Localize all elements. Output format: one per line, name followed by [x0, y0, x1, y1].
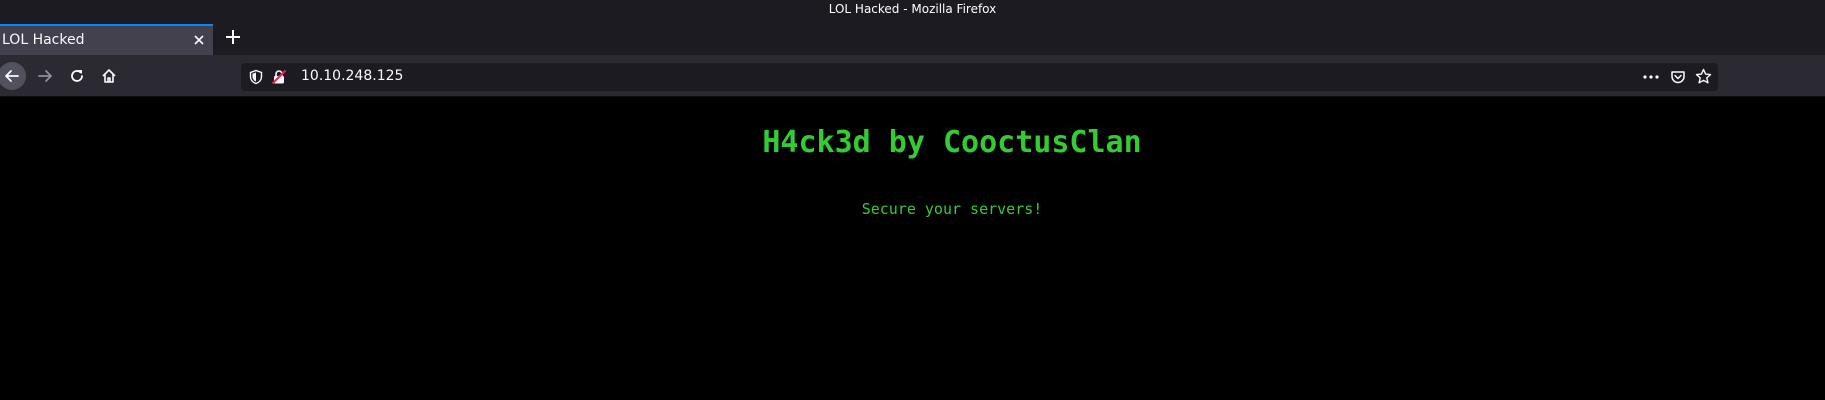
forward-button[interactable] — [31, 62, 59, 90]
page-heading: H4ck3d by CooctusClan — [762, 125, 1142, 160]
tab-active[interactable]: LOL Hacked — [0, 24, 213, 55]
home-icon — [102, 69, 116, 83]
star-icon[interactable] — [1695, 68, 1712, 85]
arrow-left-icon — [5, 70, 19, 82]
pocket-icon[interactable] — [1670, 69, 1686, 85]
tab-title: LOL Hacked — [2, 32, 85, 48]
window-title: LOL Hacked - Mozilla Firefox — [828, 2, 997, 16]
navigation-toolbar: 10.10.248.125 — [0, 55, 1825, 97]
new-tab-button[interactable] — [222, 26, 244, 48]
url-bar[interactable]: 10.10.248.125 — [241, 63, 1718, 91]
tab-strip: LOL Hacked — [0, 18, 1825, 55]
arrow-right-icon — [38, 70, 52, 82]
page-message: Secure your servers! — [861, 200, 1043, 218]
shield-icon[interactable] — [248, 69, 264, 85]
url-text[interactable]: 10.10.248.125 — [301, 68, 403, 84]
back-button[interactable] — [0, 62, 26, 90]
insecure-lock-icon[interactable] — [271, 69, 287, 85]
more-horizontal-icon[interactable] — [1642, 69, 1660, 85]
window-titlebar: LOL Hacked - Mozilla Firefox — [0, 0, 1825, 18]
reload-icon — [71, 70, 83, 82]
page-content: H4ck3d by CooctusClan Secure your server… — [0, 97, 1825, 400]
home-button[interactable] — [95, 62, 123, 90]
plus-icon — [226, 30, 240, 44]
close-icon[interactable] — [191, 32, 207, 48]
reload-button[interactable] — [63, 62, 91, 90]
